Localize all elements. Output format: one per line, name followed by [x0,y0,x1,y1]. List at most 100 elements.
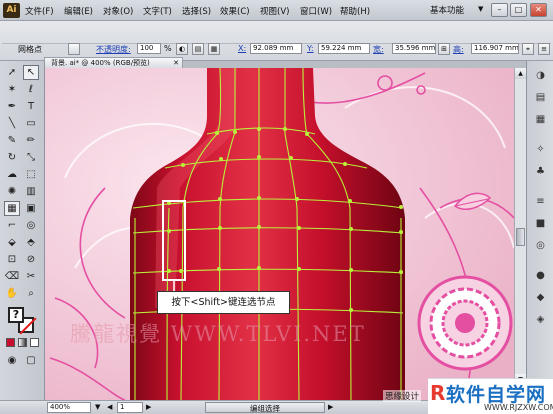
scale-icon[interactable]: ⤡ [23,150,39,165]
menu-help[interactable]: 帮助(H) [340,5,370,17]
menu-file[interactable]: 文件(F) [25,5,54,17]
height-label[interactable]: 高: [453,44,464,55]
eraser-icon[interactable]: ⌫ [4,269,20,284]
pencil-icon[interactable]: ✏ [23,133,39,148]
width-label[interactable]: 宽: [373,44,384,55]
zoom-icon[interactable]: ⌕ [23,286,39,301]
live-paint-icon[interactable]: ⬙ [4,235,20,250]
artboard-icon[interactable]: ⊡ [4,252,20,267]
brushes-panel-icon[interactable]: ✧ [533,143,548,157]
type-icon[interactable]: T [23,99,39,114]
workspace-switcher[interactable]: 基本功能 [430,4,464,16]
fill-swatch-icon[interactable] [68,43,80,55]
panel-menu-icon[interactable]: ≡ [538,43,550,55]
paintbrush-icon[interactable]: ✎ [4,133,20,148]
screen-mode-icon[interactable]: ▢ [23,353,39,368]
scroll-up-icon[interactable]: ▲ [515,68,526,79]
watermark-text: 騰龍視覺 WWW.TLVI.NET [70,322,366,346]
none-mode-icon[interactable] [30,338,39,347]
layers-panel-icon[interactable]: ◈ [533,313,548,327]
artboard-canvas[interactable] [45,68,514,400]
free-transform-icon[interactable]: ⬚ [23,167,39,182]
zoom-level-field[interactable]: 400% [47,402,91,413]
menu-type[interactable]: 文字(T) [143,5,172,17]
hand-icon[interactable]: ✋ [4,286,20,301]
menu-edit[interactable]: 编辑(E) [64,5,93,17]
appearance-panel-icon[interactable]: ● [533,269,548,283]
close-button[interactable]: ✕ [530,3,547,17]
symbols-panel-icon[interactable]: ♣ [533,165,548,179]
color-panel-icon[interactable]: ◑ [533,69,548,83]
y-label[interactable]: Y: [307,44,314,53]
app-logo: Ai [3,3,20,18]
y-position-field[interactable]: 59.224 mm [318,43,370,54]
lasso-icon[interactable]: ℓ [23,82,39,97]
line-icon[interactable]: ╲ [4,116,20,131]
next-artboard-icon[interactable]: ▶ [146,403,151,411]
zoom-dropdown-icon[interactable]: ▼ [95,403,100,411]
transform-panel-icon[interactable]: ⌖ [522,43,534,55]
current-tool-status[interactable]: 编组选择 [205,402,325,413]
restore-button[interactable]: □ [510,3,527,17]
live-paint-select-icon[interactable]: ⬘ [23,235,39,250]
opacity-link[interactable]: 不透明度: [96,44,131,55]
opacity-field[interactable]: 100 [137,43,161,54]
menu-window[interactable]: 窗口(W) [300,5,332,17]
color-mode-row [6,338,40,347]
menu-object[interactable]: 对象(O) [103,5,133,17]
tab-close-icon[interactable]: ✕ [173,58,179,68]
scroll-thumb[interactable] [516,228,525,246]
tools-panel: ➚ ↖ ✶ ℓ ✒ T ╲ ▭ ✎ ✏ ↻ ⤡ ☁ ⬚ ✺ ▥ ▦ ▣ ⌐ ◎ … [0,61,45,400]
illustrator-window: Ai 文件(F) 编辑(E) 对象(O) 文字(T) 选择(S) 效果(C) 视… [0,0,553,414]
swatches-panel-icon[interactable]: ▦ [533,113,548,127]
brand-url: WWW.RJZXW.COM [484,403,553,412]
graph-icon[interactable]: ▥ [23,184,39,199]
credit-text: 思缘设计 [383,390,422,402]
menu-effect[interactable]: 效果(C) [220,5,250,17]
opacity-unit: % [164,44,172,53]
symbol-sprayer-icon[interactable]: ✺ [4,184,20,199]
stroke-panel-icon[interactable]: ≡ [533,195,548,209]
height-field[interactable]: 116.907 mm [471,43,519,54]
blend-icon[interactable]: ◎ [23,218,39,233]
chevron-down-icon[interactable]: ▼ [478,5,483,13]
vertical-scrollbar[interactable]: ▲ ▼ [514,68,526,385]
brand-mark-icon: R [430,381,446,405]
menu-view[interactable]: 视图(V) [260,5,289,17]
x-position-field[interactable]: 92.089 mm [250,43,302,54]
recolor-icon[interactable]: ◐ [176,43,188,55]
gradient-mode-icon[interactable] [18,338,27,347]
rectangle-icon[interactable]: ▭ [23,116,39,131]
mesh-icon[interactable]: ▦ [4,201,20,216]
fill-color-box[interactable]: ? [8,307,24,323]
graphic-styles-panel-icon[interactable]: ◆ [533,291,548,305]
color-mode-icon[interactable] [6,338,15,347]
slice-icon[interactable]: ⊘ [23,252,39,267]
eyedropper-icon[interactable]: ⌐ [4,218,20,233]
warp-icon[interactable]: ☁ [4,167,20,182]
instruction-callout: 按下<Shift>键连选节点 [157,291,290,314]
minimize-button[interactable]: – [491,3,508,17]
mesh-options-icon[interactable]: ▦ [208,43,220,55]
width-field[interactable]: 35.596 mm [392,43,436,54]
scissors-icon[interactable]: ✂ [23,269,39,284]
gradient-panel-icon[interactable]: ■ [533,217,548,231]
constrain-proportions-icon[interactable]: ⊞ [438,43,450,55]
artboard-number-field[interactable]: 1 [117,402,143,413]
x-label[interactable]: X: [238,44,246,53]
magic-wand-icon[interactable]: ✶ [4,82,20,97]
selection-tool-icon[interactable]: ➚ [4,65,20,80]
transparency-panel-icon[interactable]: ◎ [533,239,548,253]
menu-select[interactable]: 选择(S) [182,5,211,17]
align-icon[interactable]: ▤ [192,43,204,55]
document-tab[interactable]: 背景. ai* @ 400% (RGB/预览) ✕ [44,57,183,68]
pen-icon[interactable]: ✒ [4,99,20,114]
draw-normal-icon[interactable]: ◉ [4,353,20,368]
rotate-icon[interactable]: ↻ [4,150,20,165]
guide-panel-icon[interactable]: ▤ [533,91,548,105]
direct-selection-tool-icon[interactable]: ↖ [23,65,39,80]
panel-dock: ◑ ▤ ▦ ✧ ♣ ≡ ■ ◎ ● ◆ ◈ [526,61,553,400]
first-artboard-icon[interactable]: ◀ [107,403,112,411]
status-menu-icon[interactable]: ▶ [328,403,333,411]
gradient-icon[interactable]: ▣ [23,201,39,216]
